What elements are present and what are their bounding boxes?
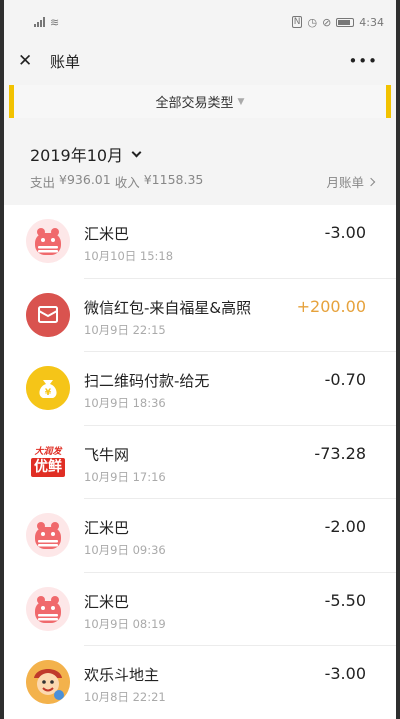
transaction-amount: -3.00 <box>324 223 366 242</box>
transaction-time: 10月9日 09:36 <box>84 543 166 557</box>
transaction-type-filter[interactable]: 全部交易类型 ▼ <box>9 85 391 118</box>
transaction-name: 扫二维码付款-给无 <box>84 372 210 390</box>
piggy-bank-icon <box>26 513 70 557</box>
transaction-amount: -73.28 <box>314 443 366 463</box>
transaction-amount: -5.50 <box>324 590 366 610</box>
phone-screen: ≋ N ◷ ⊘ 4:34 ✕ 账单 ••• 全部交易类型 ▼ 2019年10月 <box>4 0 396 719</box>
header-area: ≋ N ◷ ⊘ 4:34 ✕ 账单 ••• 全部交易类型 ▼ 2019年10月 <box>4 0 396 205</box>
transaction-row[interactable]: 大润发 优鲜 飞牛网 10月9日 17:16 -73.28 <box>4 426 396 500</box>
status-left: ≋ <box>34 16 59 29</box>
filter-label: 全部交易类型 <box>155 96 234 111</box>
battery-icon <box>336 17 355 27</box>
caret-down-icon: ▼ <box>237 96 245 107</box>
logo-bottom-text: 优鲜 <box>31 457 65 477</box>
wifi-icon: ≋ <box>50 15 60 29</box>
chevron-down-icon <box>131 147 142 157</box>
transaction-name: 欢乐斗地主 <box>84 666 160 684</box>
status-time: 4:34 <box>359 15 384 29</box>
transaction-row[interactable]: 汇米巴 10月9日 08:19 -5.50 <box>4 573 396 647</box>
close-icon[interactable]: ✕ <box>18 51 38 71</box>
piggy-bank-icon <box>26 586 70 631</box>
more-options-button[interactable]: ••• <box>348 52 378 70</box>
transaction-row[interactable]: ¥ 扫二维码付款-给无 10月9日 18:36 -0.70 <box>4 352 396 426</box>
transaction-name: 汇米巴 <box>84 519 130 537</box>
monthly-bill-label: 月账单 <box>326 175 364 190</box>
transaction-row[interactable]: 微信红包-来自福星&高照 10月9日 22:15 +200.00 <box>4 279 396 353</box>
alarm-icon: ◷ <box>307 15 318 29</box>
transaction-time: 10月9日 08:19 <box>84 616 166 631</box>
signal-icon <box>34 17 45 27</box>
logo-top-text: 大润发 <box>34 446 62 457</box>
month-selector[interactable]: 2019年10月 <box>30 142 142 166</box>
month-summary: 2019年10月 支出 ¥936.01 收入 ¥1158.35 月账单 <box>4 118 396 205</box>
transaction-row[interactable]: 汇米巴 10月10日 15:18 -3.00 <box>4 205 396 279</box>
monthly-bill-link[interactable]: 月账单 <box>326 172 376 191</box>
chevron-right-icon <box>366 177 376 186</box>
expense-amount: ¥936.01 <box>59 172 111 187</box>
transaction-amount: -2.00 <box>324 517 366 536</box>
transaction-amount: -0.70 <box>324 370 366 389</box>
status-right: N ◷ ⊘ 4:34 <box>291 15 384 29</box>
transaction-row[interactable]: 汇米巴 10月9日 09:36 -2.00 <box>4 499 396 573</box>
transaction-time: 10月9日 22:15 <box>84 322 166 337</box>
page-title: 账单 <box>50 52 81 71</box>
red-packet-icon <box>26 292 70 337</box>
nav-bar: ✕ 账单 ••• <box>4 44 396 78</box>
transaction-amount: -3.00 <box>324 664 366 683</box>
transaction-time: 10月9日 17:16 <box>84 469 166 484</box>
transaction-name: 飞牛网 <box>84 445 130 464</box>
status-bar: ≋ N ◷ ⊘ 4:34 <box>4 0 396 44</box>
piggy-bank-icon <box>26 219 70 263</box>
money-bag-icon: ¥ <box>26 366 70 410</box>
transaction-amount: +200.00 <box>296 296 366 316</box>
game-avatar-icon <box>26 660 70 704</box>
transaction-name: 汇米巴 <box>84 225 130 243</box>
silent-icon: ⊘ <box>322 15 332 29</box>
transaction-time: 10月10日 15:18 <box>84 249 174 263</box>
transaction-time: 10月9日 18:36 <box>84 396 166 410</box>
transaction-row[interactable]: 欢乐斗地主 10月8日 22:21 -3.00 <box>4 646 396 719</box>
nfc-icon: N <box>291 16 303 28</box>
month-label: 2019年10月 <box>30 146 124 165</box>
income-label: 收入 <box>114 175 140 190</box>
transaction-name: 汇米巴 <box>84 592 130 611</box>
expense-label: 支出 <box>30 175 56 190</box>
income-amount: ¥1158.35 <box>143 172 204 187</box>
filter-wrap: 全部交易类型 ▼ <box>4 78 396 118</box>
transaction-list: 汇米巴 10月10日 15:18 -3.00 微信红包-来自福星&高照 10月9… <box>4 205 396 719</box>
transaction-name: 微信红包-来自福星&高照 <box>84 298 252 317</box>
svg-text:¥: ¥ <box>45 388 52 398</box>
transaction-time: 10月8日 22:21 <box>84 690 166 704</box>
feiniu-logo-icon: 大润发 优鲜 <box>26 439 70 484</box>
